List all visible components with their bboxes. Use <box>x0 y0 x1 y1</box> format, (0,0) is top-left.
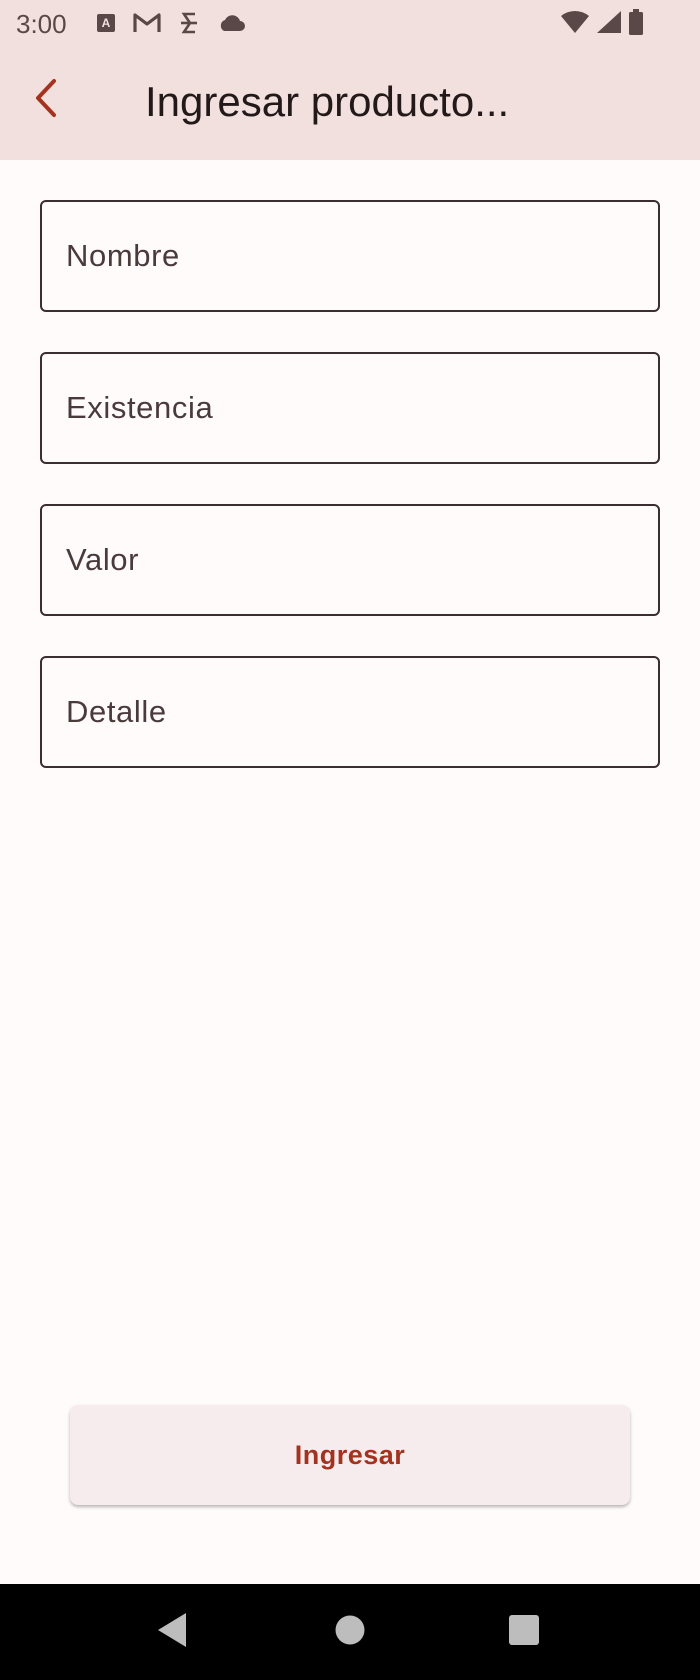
app-bar: Ingresar producto... <box>0 50 700 160</box>
valor-input[interactable] <box>42 506 658 614</box>
nav-recents-button[interactable] <box>500 1608 548 1656</box>
system-icons <box>560 8 644 40</box>
back-triangle-icon <box>156 1612 188 1653</box>
product-form <box>40 200 660 808</box>
nav-home-button[interactable] <box>326 1608 374 1656</box>
battery-icon <box>628 8 644 40</box>
chevron-left-icon <box>31 78 61 123</box>
sim-icon <box>178 10 200 41</box>
home-circle-icon <box>334 1614 366 1651</box>
ingresar-button[interactable]: Ingresar <box>70 1405 630 1505</box>
nav-back-button[interactable] <box>148 1608 196 1656</box>
status-bar: 3:00 A <box>0 0 700 50</box>
status-time: 3:00 <box>16 9 67 39</box>
nombre-input[interactable] <box>42 202 658 310</box>
existencia-input[interactable] <box>42 354 658 462</box>
nombre-field[interactable] <box>40 200 660 312</box>
signal-icon <box>596 10 622 39</box>
back-button[interactable] <box>18 72 74 128</box>
wifi-icon <box>560 10 590 39</box>
cloud-icon <box>216 13 246 38</box>
gmail-icon <box>132 12 162 39</box>
recents-square-icon <box>508 1614 540 1651</box>
valor-field[interactable] <box>40 504 660 616</box>
detalle-input[interactable] <box>42 658 658 766</box>
notification-icons: A <box>96 12 246 38</box>
existencia-field[interactable] <box>40 352 660 464</box>
navigation-bar <box>0 1584 700 1680</box>
detalle-field[interactable] <box>40 656 660 768</box>
autofill-icon: A <box>96 13 116 38</box>
page-title: Ingresar producto... <box>145 78 510 125</box>
svg-text:A: A <box>102 16 111 30</box>
